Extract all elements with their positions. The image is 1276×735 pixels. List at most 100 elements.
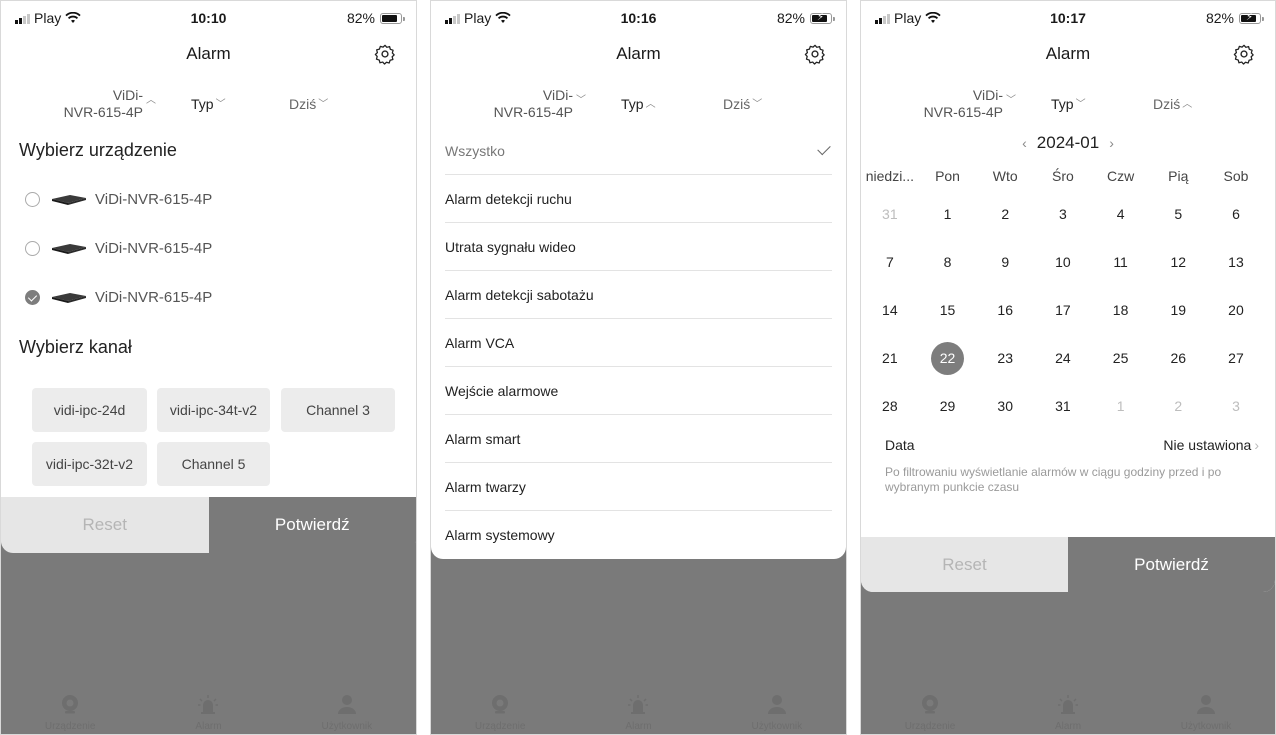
tab-user[interactable]: Użytkownik <box>278 674 416 734</box>
radio-checked-icon[interactable] <box>25 290 40 305</box>
radio-icon[interactable] <box>25 192 40 207</box>
calendar-day[interactable]: 16 <box>976 289 1034 337</box>
channel-chip[interactable]: vidi-ipc-24d <box>32 388 147 432</box>
gear-icon[interactable] <box>374 43 396 65</box>
calendar-day[interactable]: 30 <box>976 385 1034 433</box>
date-filter[interactable]: Dziś ﹀ <box>289 95 328 112</box>
calendar-day[interactable]: 10 <box>1034 241 1092 289</box>
confirm-button[interactable]: Potwierdź <box>208 497 416 553</box>
calendar-day[interactable]: 13 <box>1207 241 1265 289</box>
type-option[interactable]: Alarm detekcji sabotażu <box>445 271 832 319</box>
type-option[interactable]: Alarm twarzy <box>445 463 832 511</box>
channel-chip[interactable]: vidi-ipc-34t-v2 <box>157 388 270 432</box>
calendar-day[interactable]: 29 <box>919 385 977 433</box>
battery-charging-icon: ⚡ <box>810 12 835 24</box>
device-option[interactable]: ViDi-NVR-615-4P <box>1 224 416 273</box>
calendar-day[interactable]: 8 <box>919 241 977 289</box>
type-option[interactable]: Alarm systemowy <box>445 511 832 559</box>
calendar-day[interactable]: 23 <box>976 337 1034 385</box>
device-filter[interactable]: ViDi- NVR-615-4P <box>461 87 573 121</box>
tab-device[interactable]: Urządzenie <box>861 674 999 734</box>
tab-alarm[interactable]: Alarm <box>999 674 1137 734</box>
siren-icon <box>628 695 649 714</box>
channel-chip[interactable]: Channel 5 <box>157 442 270 486</box>
calendar-day[interactable]: 26 <box>1149 337 1207 385</box>
calendar-day[interactable]: 14 <box>861 289 919 337</box>
type-filter[interactable]: Typ ︿ <box>621 95 656 112</box>
tab-device[interactable]: Urządzenie <box>431 674 569 734</box>
calendar-day[interactable]: 21 <box>861 337 919 385</box>
channel-chip[interactable]: Channel 3 <box>281 388 395 432</box>
tab-user[interactable]: Użytkownik <box>708 674 846 734</box>
tab-alarm[interactable]: Alarm <box>569 674 707 734</box>
calendar-day[interactable]: 7 <box>861 241 919 289</box>
nvr-device-icon <box>52 194 86 205</box>
calendar-day[interactable]: 28 <box>861 385 919 433</box>
reset-button[interactable]: Reset <box>1 497 209 553</box>
calendar-day[interactable]: 24 <box>1034 337 1092 385</box>
calendar-day[interactable]: 17 <box>1034 289 1092 337</box>
action-bar: Reset Potwierdź <box>861 537 1275 592</box>
calendar-day[interactable]: 6 <box>1207 193 1265 241</box>
radio-icon[interactable] <box>25 241 40 256</box>
filter-bar: ViDi- NVR-615-4P ﹀ Typ ﹀ Dziś ︿ <box>861 75 1275 127</box>
calendar-day[interactable]: 1 <box>919 193 977 241</box>
calendar-day[interactable]: 5 <box>1149 193 1207 241</box>
calendar-day[interactable]: 15 <box>919 289 977 337</box>
tab-alarm[interactable]: Alarm <box>139 674 277 734</box>
type-option-label: Alarm smart <box>445 430 521 447</box>
calendar-day[interactable]: 12 <box>1149 241 1207 289</box>
channel-chip[interactable]: vidi-ipc-32t-v2 <box>32 442 147 486</box>
device-filter[interactable]: ViDi- NVR-615-4P <box>31 87 143 121</box>
gear-icon[interactable] <box>804 43 826 65</box>
device-option[interactable]: ViDi-NVR-615-4P <box>1 273 416 322</box>
type-option[interactable]: Wejście alarmowe <box>445 367 832 415</box>
type-filter[interactable]: Typ ﹀ <box>1051 95 1086 112</box>
chevron-right-icon[interactable]: › <box>1109 135 1114 151</box>
weekday-label: Śro <box>1052 168 1074 184</box>
tab-label: Użytkownik <box>321 721 373 732</box>
type-option[interactable]: Alarm smart <box>445 415 832 463</box>
screen-date-filter: Play 10:17 82% ⚡ Alarm ViDi- NVR-615-4P … <box>860 0 1276 735</box>
calendar-day[interactable]: 1 <box>1092 385 1150 433</box>
type-option[interactable]: Wszystko <box>445 127 832 175</box>
type-option[interactable]: Alarm detekcji ruchu <box>445 175 832 223</box>
calendar-day-selected[interactable]: 22 <box>919 337 977 385</box>
tab-user[interactable]: Użytkownik <box>1137 674 1275 734</box>
chevron-down-icon: ﹀ <box>215 99 226 110</box>
calendar-day[interactable]: 31 <box>861 193 919 241</box>
calendar-day[interactable]: 11 <box>1092 241 1150 289</box>
calendar-day[interactable]: 3 <box>1034 193 1092 241</box>
reset-button[interactable]: Reset <box>861 537 1068 592</box>
calendar-day[interactable]: 2 <box>1149 385 1207 433</box>
chevron-right-icon: › <box>1254 437 1259 453</box>
date-filter[interactable]: Dziś ﹀ <box>723 95 762 112</box>
tab-bar: Urządzenie Alarm Użytkownik <box>861 674 1275 734</box>
type-filter[interactable]: Typ ﹀ <box>191 95 226 112</box>
gear-icon[interactable] <box>1233 43 1255 65</box>
calendar-day[interactable]: 18 <box>1092 289 1150 337</box>
calendar-day[interactable]: 20 <box>1207 289 1265 337</box>
battery-area: 82% ⚡ <box>1206 10 1264 26</box>
calendar-day[interactable]: 3 <box>1207 385 1265 433</box>
device-filter[interactable]: ViDi- NVR-615-4P <box>891 87 1003 121</box>
calendar-day[interactable]: 9 <box>976 241 1034 289</box>
calendar-day[interactable]: 31 <box>1034 385 1092 433</box>
confirm-button[interactable]: Potwierdź <box>1068 537 1275 592</box>
tab-device[interactable]: Urządzenie <box>1 674 139 734</box>
chevron-up-icon: ︿ <box>1182 99 1193 110</box>
chevron-left-icon[interactable]: ‹ <box>1022 135 1027 151</box>
calendar-day[interactable]: 27 <box>1207 337 1265 385</box>
device-name: ViDi-NVR-615-4P <box>95 289 213 306</box>
chevron-down-icon: ﹀ <box>1075 99 1086 110</box>
calendar-day[interactable]: 25 <box>1092 337 1150 385</box>
chevron-up-icon: ︿ <box>146 95 156 106</box>
calendar-day[interactable]: 4 <box>1092 193 1150 241</box>
type-option[interactable]: Utrata sygnału wideo <box>445 223 832 271</box>
date-filter[interactable]: Dziś ︿ <box>1153 95 1192 112</box>
date-setting-row[interactable]: Data Nie ustawiona › <box>885 433 1259 459</box>
calendar-day[interactable]: 2 <box>976 193 1034 241</box>
device-option[interactable]: ViDi-NVR-615-4P <box>1 175 416 224</box>
type-option[interactable]: Alarm VCA <box>445 319 832 367</box>
calendar-day[interactable]: 19 <box>1149 289 1207 337</box>
